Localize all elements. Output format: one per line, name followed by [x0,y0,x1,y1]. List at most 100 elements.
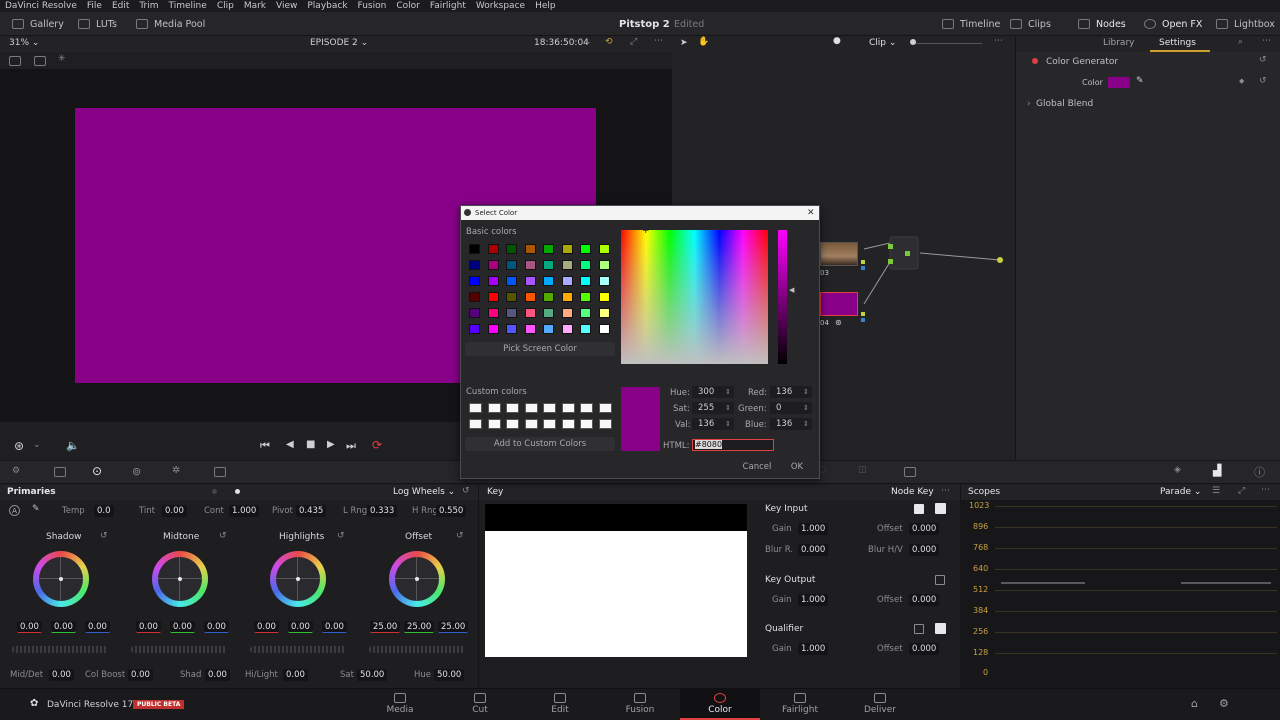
blue-spinbox[interactable]: 136 ⇕ [770,418,812,430]
basic-color-swatch[interactable] [580,244,591,254]
clips-button[interactable]: Clips [1010,12,1051,36]
output-offset-field[interactable]: 0.000 [909,594,940,606]
zoom-select[interactable]: 31% ⌄ [9,38,39,48]
custom-color-swatch[interactable] [543,419,556,429]
reset-icon[interactable]: ↺ [456,531,464,541]
gallery-button[interactable]: Gallery [12,12,64,36]
page-cut[interactable]: Cut [450,689,510,720]
custom-color-swatch[interactable] [543,403,556,413]
keyframe-icon[interactable]: ◆ [1239,77,1244,85]
scope-settings-icon[interactable]: ☰ [1212,486,1220,496]
timecode[interactable]: 18:36:50:04 [534,38,589,48]
spin-arrows-icon[interactable]: ⇕ [803,418,809,430]
midtone-master-wheel[interactable] [131,646,227,653]
custom-color-swatch[interactable] [487,403,501,413]
basic-color-swatch[interactable] [524,308,536,318]
mid-detail-field[interactable]: 0.00 [49,669,74,681]
chevron-right-icon[interactable]: › [1027,99,1031,109]
menu-timeline[interactable]: Timeline [164,0,212,12]
key-input-mode-toggle[interactable] [935,503,946,514]
shadow-red-field[interactable]: 0.00 [17,621,42,633]
basic-color-swatch[interactable] [487,308,499,318]
basic-color-swatch[interactable] [506,308,517,318]
custom-color-swatch[interactable] [598,419,612,429]
node-03-thumbnail[interactable] [820,242,858,266]
custom-color-swatch[interactable] [506,403,519,413]
high-range-field[interactable]: 0.550 [436,505,467,517]
basic-color-swatch[interactable] [487,292,499,302]
loop-playback-icon[interactable]: ⟳ [372,438,382,452]
spin-arrows-icon[interactable]: ⇕ [803,402,809,414]
global-blend-label[interactable]: Global Blend [1036,99,1093,109]
page-edit[interactable]: Edit [530,689,590,720]
menu-help[interactable]: Help [530,0,561,12]
node-zoom-handle[interactable] [910,39,916,45]
skip-back-icon[interactable]: ⏮ [260,439,270,453]
split-screen-icon[interactable] [34,56,46,66]
basic-color-swatch[interactable] [598,276,610,286]
offset-green-field[interactable]: 25.00 [404,621,435,633]
shadow-green-field[interactable]: 0.00 [51,621,76,633]
reset-icon[interactable]: ↺ [1259,76,1267,86]
output-gain-field[interactable]: 1.000 [798,594,829,606]
basic-color-swatch[interactable] [487,324,499,334]
highlights-red-field[interactable]: 0.00 [254,621,279,633]
white-balance-picker-icon[interactable]: ✎ [32,504,40,514]
generator-enabled-dot[interactable] [1032,58,1038,64]
gear-icon[interactable]: ⚙ [1219,697,1229,710]
input-offset-field[interactable]: 0.000 [909,523,940,535]
loop-icon[interactable]: ⟲ [605,37,613,47]
qualifier-mode-toggle[interactable] [935,623,946,634]
temp-field[interactable]: 0.0 [94,505,114,517]
val-spinbox[interactable]: 136 ⇕ [692,418,734,430]
menu-workspace[interactable]: Workspace [471,0,530,12]
basic-color-swatch[interactable] [580,324,591,334]
key-output-toggle[interactable] [935,575,945,585]
html-color-input[interactable]: #8080 [692,439,774,451]
highlights-green-field[interactable]: 0.00 [288,621,313,633]
menu-view[interactable]: View [271,0,302,12]
pick-screen-color-button[interactable]: Pick Screen Color [465,342,615,356]
basic-color-swatch[interactable] [580,276,591,286]
basic-color-swatch[interactable] [524,276,536,286]
basic-color-swatch[interactable] [598,292,610,302]
basic-color-swatch[interactable] [580,260,591,270]
shadow-master-wheel[interactable] [12,646,108,653]
luts-button[interactable]: LUTs [78,12,117,36]
value-slider[interactable] [778,230,787,364]
custom-color-swatch[interactable] [580,403,593,413]
basic-color-swatch[interactable] [506,324,517,334]
spin-arrows-icon[interactable]: ⇕ [725,402,731,414]
cancel-button[interactable]: Cancel [739,460,775,474]
motion-effects-icon[interactable]: ✲ [172,465,180,476]
shadow-blue-field[interactable]: 0.00 [85,621,110,633]
chevron-down-icon[interactable]: ⌄ [33,440,41,450]
offset-blue-field[interactable]: 25.00 [438,621,469,633]
custom-color-swatch[interactable] [524,419,538,429]
qualifier-gain-field[interactable]: 1.000 [798,643,829,655]
magic-mask-icon[interactable]: ◫ [858,465,867,475]
midtone-blue-field[interactable]: 0.00 [204,621,229,633]
play-icon[interactable]: ▶ [327,439,335,450]
open-fx-button[interactable]: Open FX [1144,12,1202,36]
basic-color-swatch[interactable] [524,292,536,302]
page-fusion[interactable]: Fusion [610,689,670,720]
scope-mode-select[interactable]: Parade ⌄ [1160,487,1201,497]
offset-color-wheel[interactable] [389,551,445,607]
more-options-icon[interactable]: ⋯ [994,36,1003,46]
midtone-green-field[interactable]: 0.00 [170,621,195,633]
more-options-icon[interactable]: ⋯ [1261,485,1270,495]
offset-red-field[interactable]: 25.00 [370,621,401,633]
basic-color-swatch[interactable] [598,260,610,270]
red-spinbox[interactable]: 136 ⇕ [770,386,812,398]
basic-color-swatch[interactable] [561,308,573,318]
basic-color-swatch[interactable] [487,276,499,286]
midtone-color-wheel[interactable] [152,551,208,607]
home-icon[interactable]: ⌂ [1191,697,1198,710]
reset-icon[interactable]: ↺ [1259,55,1267,65]
custom-color-swatch[interactable] [561,419,575,429]
custom-color-swatch[interactable] [580,419,593,429]
fullscreen-icon[interactable]: ⤢ [1238,486,1245,496]
chevron-down-icon[interactable]: ⌄ [584,37,592,47]
midtone-red-field[interactable]: 0.00 [136,621,161,633]
